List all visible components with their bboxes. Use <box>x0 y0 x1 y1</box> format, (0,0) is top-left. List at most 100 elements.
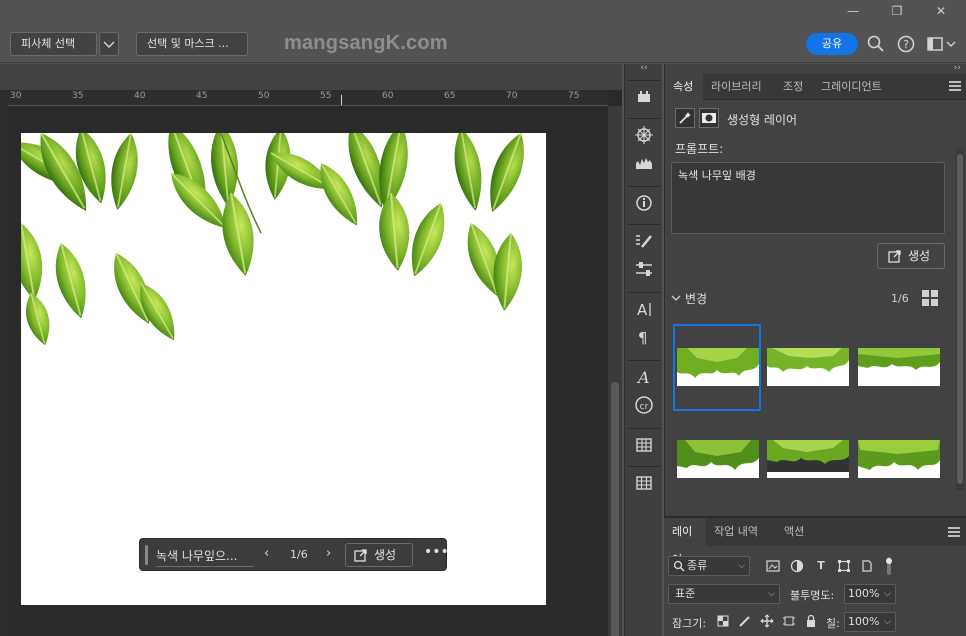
options-bar: 피사체 선택 선택 및 마스크 ... mangsangK.com 공유 ? <box>0 28 966 63</box>
variation-thumbnail-1[interactable] <box>677 348 759 386</box>
content-credentials-icon[interactable]: cr <box>632 393 656 417</box>
brush-settings-icon[interactable] <box>632 229 656 253</box>
svg-text:cr: cr <box>640 402 649 412</box>
vertical-ruler <box>0 90 8 636</box>
panel-menu-icon[interactable] <box>948 527 960 537</box>
tool-group <box>628 428 660 460</box>
previous-variation-button[interactable]: ‹ <box>264 546 269 561</box>
tool-group <box>628 118 660 180</box>
character-icon[interactable]: A <box>632 297 656 321</box>
svg-text:?: ? <box>903 38 909 51</box>
chevron-down-icon: ⌵ <box>884 589 891 599</box>
search-icon[interactable] <box>866 34 886 54</box>
layer-filter-dropdown[interactable]: 종류 ⌵ <box>668 556 750 576</box>
close-button[interactable]: ✕ <box>918 0 964 24</box>
tool-group: A cr <box>628 360 660 422</box>
minimize-button[interactable]: — <box>830 0 876 24</box>
collapse-strip-button[interactable]: ‹‹ <box>625 64 663 74</box>
adjustment-filter-icon[interactable] <box>790 559 804 573</box>
lock-position-icon[interactable] <box>760 614 774 628</box>
table-icon[interactable] <box>632 471 656 495</box>
grid-icon[interactable] <box>632 433 656 457</box>
svg-text:A: A <box>637 301 648 319</box>
lock-pixels-icon[interactable] <box>738 614 752 628</box>
glyphs-icon[interactable]: A <box>632 365 656 389</box>
type-filter-icon[interactable]: T <box>814 559 828 573</box>
variation-thumbnail-3[interactable] <box>858 348 940 386</box>
lock-label: 잠그기: <box>672 617 707 630</box>
svg-text:A: A <box>636 368 650 387</box>
properties-tabs: 속성 라이브러리 조정 그레이디언트 <box>665 74 966 100</box>
opacity-value: 100% <box>848 587 880 600</box>
drag-handle[interactable] <box>145 545 148 565</box>
select-and-mask-button[interactable]: 선택 및 마스크 ... <box>136 32 248 56</box>
generate-label: 생성 <box>908 249 931 263</box>
taskbar-generate-label: 생성 <box>374 548 397 562</box>
restore-button[interactable]: ❐ <box>874 0 920 24</box>
layer-filter-label: 종류 <box>687 559 708 572</box>
layers-panel: 레이어 작업 내역 액션 종류 ⌵ T 표준 ⌵ 불투명도: 100% ⌵ 잠그… <box>664 516 966 636</box>
vertical-scrollbar[interactable] <box>608 106 622 636</box>
tab-adjustments[interactable]: 조정 <box>775 74 811 100</box>
tab-gradients[interactable]: 그레이디언트 <box>813 74 890 100</box>
smart-object-filter-icon[interactable] <box>860 559 874 573</box>
prompt-input[interactable]: 녹색 나무잎 배경 <box>671 162 945 234</box>
help-icon[interactable]: ? <box>896 34 916 54</box>
variation-thumbnail-4[interactable] <box>677 440 759 478</box>
info-icon[interactable] <box>632 191 656 215</box>
variation-thumbnail-5[interactable] <box>767 440 849 478</box>
shape-filter-icon[interactable] <box>837 559 851 573</box>
tab-layers[interactable]: 레이어 <box>664 518 706 566</box>
share-button[interactable]: 공유 <box>806 33 858 55</box>
panel-menu-icon[interactable] <box>949 81 961 91</box>
horizontal-ruler: 30 35 40 45 50 55 60 65 70 75 <box>8 90 608 106</box>
document-area: 30 35 40 45 50 55 60 65 70 75 녹색 나무잎으...… <box>0 64 622 636</box>
tab-actions[interactable]: 액션 <box>776 518 812 546</box>
panel-icon-strip: ‹‹ A ¶ A cr <box>624 64 662 636</box>
opacity-input[interactable]: 100% ⌵ <box>844 584 896 604</box>
tool-group <box>628 80 660 112</box>
tab-properties[interactable]: 속성 <box>665 74 703 100</box>
grid-view-icon[interactable] <box>922 290 938 306</box>
ruler-label: 65 <box>444 91 456 101</box>
document-canvas[interactable] <box>21 133 546 605</box>
collapse-panel-button[interactable]: ›› <box>665 64 966 74</box>
histogram-icon[interactable] <box>632 151 656 175</box>
blend-mode-dropdown[interactable]: 표준 ⌵ <box>668 584 780 604</box>
generate-icon <box>888 250 901 263</box>
next-variation-button[interactable]: › <box>326 546 331 561</box>
pixel-filter-icon[interactable] <box>766 559 780 573</box>
variation-thumbnail-6[interactable] <box>858 440 940 478</box>
taskbar-generate-button[interactable]: 생성 <box>345 543 413 567</box>
generate-button[interactable]: 생성 <box>877 243 945 269</box>
fill-input[interactable]: 100% ⌵ <box>844 612 896 632</box>
scrollbar-thumb[interactable] <box>957 154 963 484</box>
navigator-icon[interactable] <box>632 123 656 147</box>
layer-mask-icon <box>699 108 719 128</box>
tab-history[interactable]: 작업 내역 <box>706 518 766 546</box>
paragraph-icon[interactable]: ¶ <box>632 325 656 349</box>
workspace-icon[interactable] <box>926 34 960 54</box>
tab-libraries[interactable]: 라이브러리 <box>703 74 770 100</box>
select-subject-dropdown[interactable] <box>99 32 119 56</box>
scrollbar-thumb[interactable] <box>611 382 619 636</box>
select-subject-button[interactable]: 피사체 선택 <box>10 32 97 56</box>
panel-scrollbar[interactable] <box>956 148 964 490</box>
ruler-label: 50 <box>258 91 270 101</box>
more-options-button[interactable]: ••• <box>424 544 449 560</box>
filter-toggle-icon[interactable] <box>884 556 894 576</box>
chevron-down-icon[interactable] <box>671 293 681 303</box>
ruler-label: 70 <box>506 91 518 101</box>
tool-group: A ¶ <box>628 292 660 354</box>
taskbar-prompt-field[interactable]: 녹색 나무잎으... <box>156 547 254 564</box>
image-icon[interactable] <box>632 85 656 109</box>
variation-thumbnail-2[interactable] <box>767 348 849 386</box>
generate-icon <box>354 549 367 562</box>
ruler-label: 55 <box>320 91 332 101</box>
adjustments-icon[interactable] <box>632 257 656 281</box>
lock-artboard-icon[interactable] <box>782 614 796 628</box>
fill-label: 칠: <box>826 617 840 630</box>
search-icon <box>673 560 685 572</box>
lock-all-icon[interactable] <box>804 614 818 628</box>
lock-transparent-icon[interactable] <box>716 614 730 628</box>
